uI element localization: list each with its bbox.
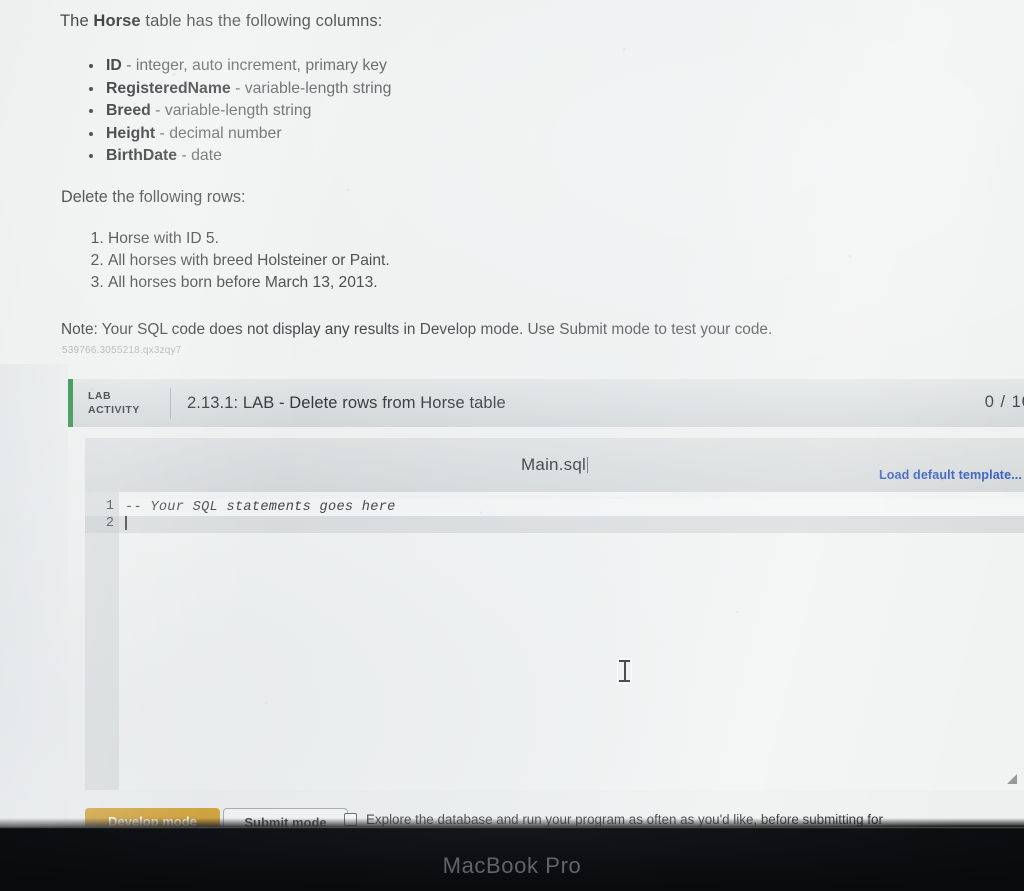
column-desc: - variable-length string (155, 102, 312, 119)
column-desc: - decimal number (159, 124, 282, 142)
lab-chip-line2: ACTIVITY (88, 404, 140, 416)
screen-bottom-shadow (0, 818, 1024, 827)
list-item: All horses born before March 13, 2013. (108, 272, 390, 294)
mouse-cursor-ibeam-icon (617, 658, 632, 684)
list-item: Breed - variable-length string (104, 100, 391, 123)
column-name: Height (106, 124, 156, 142)
list-item: Height - decimal number (104, 123, 391, 146)
list-item: ID - integer, auto increment, primary ke… (104, 55, 391, 78)
activity-id-watermark: 539766.3055218.qx3zqy7 (62, 345, 182, 356)
list-item: RegisteredName - variable-length string (104, 78, 391, 101)
line-number: 1 (105, 499, 114, 514)
note-text: Note: Your SQL code does not display any… (61, 321, 773, 338)
column-name: ID (106, 57, 122, 74)
intro-suffix: table has the following columns: (140, 12, 383, 30)
intro-prefix: The (60, 12, 94, 30)
column-desc: - variable-length string (235, 79, 392, 97)
load-default-template-link[interactable]: Load default template... (879, 468, 1022, 482)
column-desc: - date (181, 147, 222, 164)
lab-activity-chip: LAB ACTIVITY (88, 389, 162, 417)
column-name: BirthDate (106, 147, 178, 164)
text-cursor-caret (125, 516, 127, 530)
list-item: Horse with ID 5. (108, 228, 390, 250)
intro-paragraph: The Horse table has the following column… (60, 12, 382, 31)
macbook-pro-brand-label: MacBook Pro (442, 853, 582, 878)
code-editor-panel: Main.sql Load default template... 1 2 --… (85, 438, 1024, 790)
laptop-screen-photo: The Horse table has the following column… (0, 0, 1024, 891)
column-list: ID - integer, auto increment, primary ke… (86, 55, 391, 168)
code-line-active[interactable] (119, 516, 1024, 533)
code-input-area[interactable]: 1 2 -- Your SQL statements goes here (85, 492, 1024, 790)
editor-toolbar: Main.sql Load default template... (85, 438, 1024, 492)
lab-activity-title: 2.13.1: LAB - Delete rows from Horse tab… (187, 393, 506, 412)
column-name: Breed (106, 102, 151, 119)
column-name: RegisteredName (106, 79, 231, 97)
column-desc: - integer, auto increment, primary key (126, 57, 387, 74)
intro-table-name: Horse (93, 12, 141, 30)
line-number-gutter: 1 2 (85, 492, 119, 790)
file-tab-label: Main.sql (521, 455, 586, 474)
list-item: BirthDate - date (104, 145, 391, 168)
lab-activity-header: LAB ACTIVITY 2.13.1: LAB - Delete rows f… (68, 379, 1024, 427)
lab-accent-rail (68, 379, 73, 427)
screen-content: The Horse table has the following column… (0, 0, 1024, 827)
lab-chip-line1: LAB (88, 390, 112, 402)
page-left-margin (0, 364, 68, 827)
code-line[interactable]: -- Your SQL statements goes here (119, 499, 1024, 516)
list-item: All horses with breed Holsteiner or Pain… (108, 250, 390, 272)
lab-divider (170, 387, 171, 419)
laptop-bezel: MacBook Pro (0, 827, 1024, 891)
line-number: 2 (105, 516, 114, 531)
resize-grip-icon[interactable] (1006, 774, 1017, 784)
lesson-content: The Horse table has the following column… (0, 0, 1024, 356)
delete-heading: Delete the following rows: (61, 188, 246, 206)
score-display: 0 / 10 (984, 393, 1024, 411)
text-caret-icon (586, 457, 588, 473)
delete-rows-list: Horse with ID 5. All horses with breed H… (84, 228, 390, 294)
